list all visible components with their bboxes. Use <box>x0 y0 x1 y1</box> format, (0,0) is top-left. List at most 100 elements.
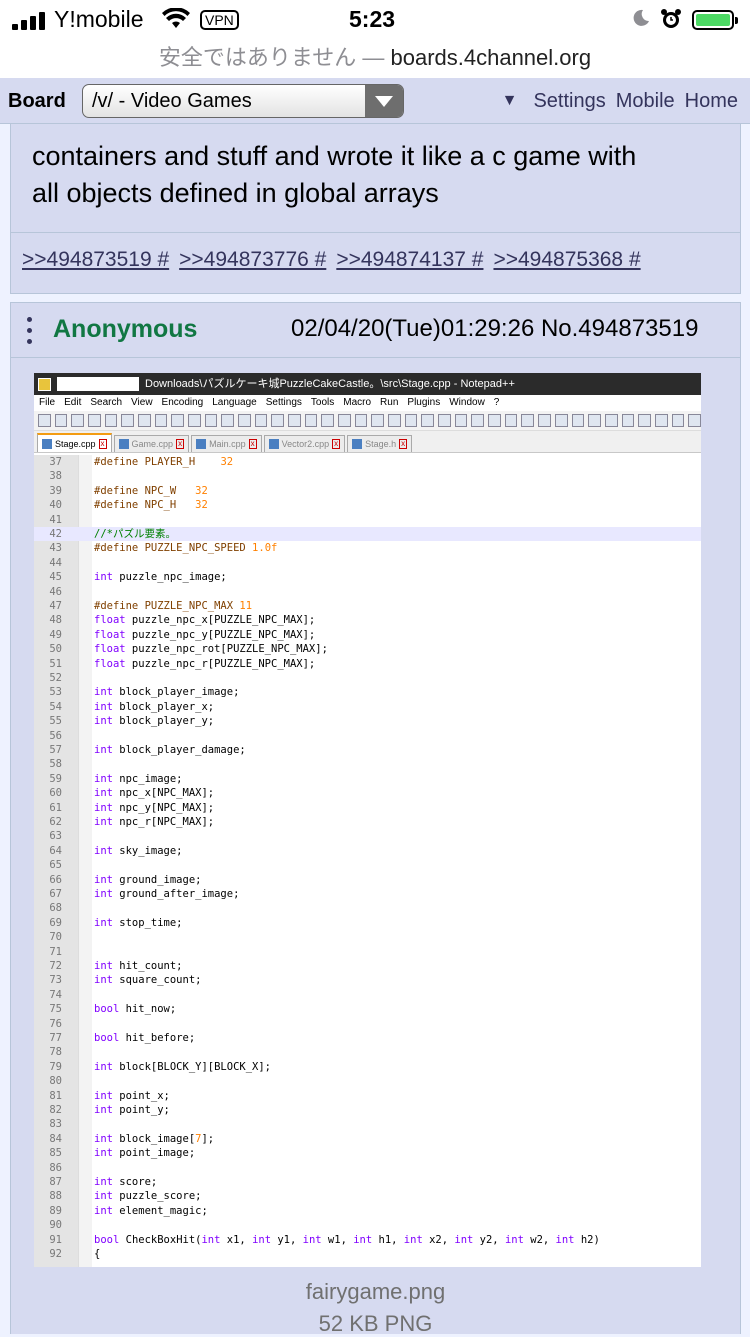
toolbar-icon <box>421 414 435 427</box>
code-line: 69 int stop_time; <box>34 916 701 930</box>
code-line: 90 <box>34 1218 701 1232</box>
notepad-tabs: Stage.cpp x Game.cpp x Main.cpp x Vector2.c… <box>34 431 701 453</box>
toolbar-icon <box>504 414 518 427</box>
code-text: bool hit_now; <box>94 1003 177 1016</box>
battery-icon <box>692 10 738 30</box>
backlink[interactable]: >>494875368 # <box>493 248 640 272</box>
post-image[interactable]: Downloads\パズルケーキ城PuzzleCakeCastle。\src\S… <box>34 373 701 1267</box>
toolbar-icon <box>688 414 701 427</box>
code-line: 86 <box>34 1161 701 1175</box>
code-line: 87 int score; <box>34 1175 701 1189</box>
menu-item: Settings <box>265 397 302 408</box>
signal-icon <box>12 10 45 30</box>
post-menu-icon[interactable] <box>27 317 33 347</box>
line-number: 59 <box>49 772 62 785</box>
code-text: int point_y; <box>94 1104 170 1116</box>
file-name[interactable]: fairygame.png <box>11 1279 740 1305</box>
previous-post: containers and stuff and wrote it like a… <box>10 124 741 294</box>
toolbar-icon <box>38 414 51 427</box>
line-number: 81 <box>49 1089 62 1102</box>
code-text: float puzzle_npc_r[PUZZLE_NPC_MAX]; <box>94 657 316 670</box>
backlink[interactable]: >>494874137 # <box>336 248 483 272</box>
code-text: bool hit_before; <box>94 1032 196 1044</box>
line-number: 56 <box>49 729 62 742</box>
menu-item: Encoding <box>161 397 204 408</box>
line-number: 66 <box>49 873 62 886</box>
code-line: 47 #define PUZZLE_NPC_MAX 11 <box>34 599 701 613</box>
code-text: int block_player_image; <box>94 686 240 699</box>
menu-item: View <box>131 397 153 408</box>
line-number: 61 <box>49 801 62 814</box>
code-line: 60 int npc_x[NPC_MAX]; <box>34 786 701 800</box>
toolbar-icon <box>338 414 351 427</box>
toolbar-icon <box>554 414 568 427</box>
status-bar: Y!mobile VPN 5:23 <box>0 0 750 40</box>
toolbar-icon <box>138 414 151 427</box>
code-text: int square_count; <box>94 974 202 987</box>
code-line: 39 #define NPC_W 32 <box>34 484 701 498</box>
menu-item: File <box>39 397 56 408</box>
code-text: { <box>94 1248 101 1260</box>
line-number: 60 <box>49 787 62 800</box>
code-line: 79 int block[BLOCK_Y][BLOCK_X]; <box>34 1060 701 1074</box>
insecure-label: 安全ではありません <box>158 45 357 70</box>
code-text: #define PUZZLE_NPC_MAX 11 <box>94 600 253 612</box>
notepad-toolbar <box>34 411 701 431</box>
line-number: 63 <box>49 830 62 843</box>
toolbar-icon <box>538 414 551 427</box>
code-line: 48 float puzzle_npc_x[PUZZLE_NPC_MAX]; <box>34 613 701 627</box>
code-line: 41 <box>34 513 701 527</box>
toolbar-icon <box>54 414 68 427</box>
toolbar-icon <box>471 414 485 427</box>
line-number: 65 <box>49 859 62 872</box>
carrier-label: Y!mobile <box>54 6 144 32</box>
line-number: 54 <box>49 700 62 713</box>
toolbar-icon <box>71 414 85 427</box>
backlink[interactable]: >>494873519 # <box>22 248 169 272</box>
code-line: 55 int block_player_y; <box>34 714 701 728</box>
code-line: 68 <box>34 901 701 915</box>
code-text: int block[BLOCK_Y][BLOCK_X]; <box>94 1060 272 1073</box>
line-number: 77 <box>49 1032 62 1044</box>
board-select[interactable]: /v/ - Video Games <box>82 84 404 118</box>
line-number: 75 <box>49 1003 62 1016</box>
chevron-down-icon <box>365 85 403 117</box>
triangle-down-icon[interactable]: ▼ <box>502 92 518 113</box>
code-editor: 37 #define PLAYER_H 32 38 39 #define NPC_W 3… <box>34 455 701 1267</box>
line-number: 48 <box>49 614 62 627</box>
code-line: 57 int block_player_damage; <box>34 743 701 757</box>
url-bar[interactable]: 安全ではありません — boards.4channel.org <box>0 40 750 78</box>
toolbar-icon <box>488 414 501 427</box>
line-number: 70 <box>49 931 62 944</box>
post-datetime[interactable]: 02/04/20(Tue)01:29:26 No.494873519 <box>291 315 698 343</box>
code-text: int point_x; <box>94 1089 170 1102</box>
settings-link[interactable]: Settings <box>533 90 605 113</box>
clock: 5:23 <box>349 6 396 32</box>
tab-game-cpp: Game.cpp x <box>113 435 190 452</box>
code-text: int npc_image; <box>94 772 183 785</box>
code-text: //*パズル要素。 <box>94 528 176 540</box>
line-number: 44 <box>49 556 62 569</box>
toolbar-icon <box>354 414 368 427</box>
code-text: int element_magic; <box>94 1204 208 1217</box>
backlink[interactable]: >>494873776 # <box>179 248 326 272</box>
code-line: 77 bool hit_before; <box>34 1031 701 1045</box>
line-number: 49 <box>49 628 62 641</box>
code-line: 75 bool hit_now; <box>34 1002 701 1016</box>
code-text: int ground_after_image; <box>94 888 240 900</box>
line-number: 76 <box>49 1017 62 1030</box>
code-line: 52 <box>34 671 701 685</box>
line-number: 83 <box>49 1118 62 1131</box>
line-number: 90 <box>49 1219 62 1232</box>
mobile-link[interactable]: Mobile <box>616 90 675 113</box>
notepad-icon <box>38 377 51 391</box>
code-line: 72 int hit_count; <box>34 959 701 973</box>
line-number: 64 <box>49 844 62 857</box>
home-link[interactable]: Home <box>685 90 738 113</box>
code-line: 74 <box>34 988 701 1002</box>
code-line: 76 <box>34 1017 701 1031</box>
line-number: 91 <box>49 1233 62 1246</box>
file-icon <box>352 439 363 449</box>
backlinks: >>494873519 # >>494873776 # >>494874137 … <box>22 248 641 272</box>
code-line: 82 int point_y; <box>34 1103 701 1117</box>
